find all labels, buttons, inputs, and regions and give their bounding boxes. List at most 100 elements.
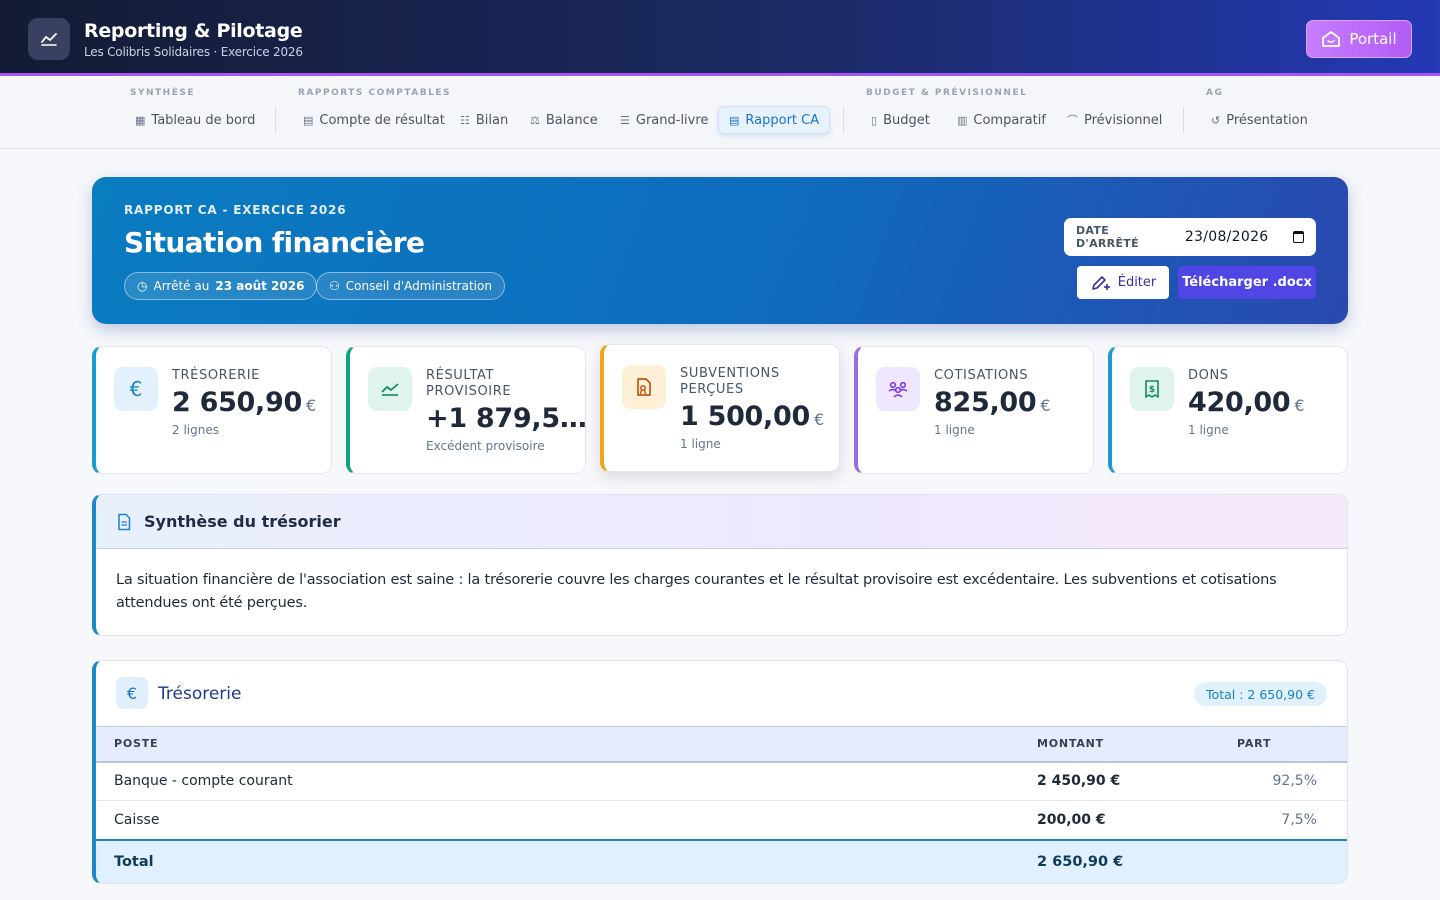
calendar-icon[interactable] — [1292, 231, 1304, 243]
kpi-sub: 2 lignes — [172, 423, 219, 437]
kpi-value: 825,00 € — [934, 387, 1051, 418]
nav-group-ag: AG — [1206, 88, 1224, 98]
nav-item-label: Prévisionnel — [1084, 112, 1163, 128]
kpi-currency: € — [1040, 396, 1051, 415]
nav-item-grand-livre[interactable]: ☰ Grand-livre — [610, 106, 718, 134]
cell-montant: 2 450,90 € — [1037, 761, 1237, 801]
chip-date: 23 août 2026 — [215, 279, 305, 293]
nav-item-presentation[interactable]: ↺ Présentation — [1201, 106, 1318, 134]
nav-item-label: Budget — [883, 112, 930, 128]
app-subtitle: Les Colibris Solidaires · Exercice 2026 — [84, 45, 303, 59]
nav-item-label: Grand-livre — [635, 112, 709, 128]
trend-icon: ⌒ — [1067, 114, 1078, 127]
list-icon: ☰ — [620, 113, 630, 127]
hero-kicker: RAPPORT CA - EXERCICE 2026 — [124, 203, 347, 217]
table-total-row: Total 2 650,90 € — [96, 838, 1347, 883]
nav-group-synthese: SYNTHÈSE — [130, 88, 195, 98]
summary-title: Synthèse du trésorier — [144, 512, 341, 531]
edit-button[interactable]: Éditer — [1077, 266, 1169, 299]
table-row[interactable]: Banque - compte courant 2 450,90 € 92,5% — [96, 761, 1347, 801]
table-header-row: POSTE MONTANT PART — [96, 726, 1347, 763]
nav-item-label: Balance — [545, 112, 598, 128]
column-header-poste[interactable]: POSTE — [96, 726, 1037, 763]
bar-chart-icon: ▥ — [957, 113, 968, 127]
grant-document-icon — [622, 365, 666, 409]
kpi-currency: € — [813, 410, 824, 429]
document-icon: ▤ — [303, 113, 314, 127]
kpi-label: COTISATIONS — [934, 368, 1029, 383]
nav-group-rapports: RAPPORTS COMPTABLES — [298, 88, 451, 98]
clock-icon: ◷ — [137, 279, 148, 293]
kpi-value: 2 650,90 € — [172, 387, 316, 418]
page-title: Situation financière — [124, 226, 425, 259]
kpi-label: RÉSULTAT PROVISOIRE — [426, 368, 512, 399]
report-hero: RAPPORT CA - EXERCICE 2026 Situation fin… — [92, 177, 1348, 324]
nav-item-label: Tableau de bord — [151, 112, 256, 128]
dashboard-icon: ▦ — [135, 113, 146, 127]
nav-item-bilan[interactable]: ☷ Bilan — [450, 106, 518, 134]
kpi-card-dons: $ DONS 420,00 € 1 ligne — [1108, 346, 1348, 474]
summary-header: Synthèse du trésorier — [96, 495, 1347, 549]
trend-up-icon — [368, 367, 412, 411]
nav-separator — [843, 107, 844, 133]
nav-item-compte-de-resultat[interactable]: ▤ Compte de résultat — [293, 106, 455, 134]
members-icon — [876, 367, 920, 411]
chip-prefix: Arrêté au — [153, 279, 210, 293]
kpi-sub: 1 ligne — [1188, 423, 1229, 437]
kpi-label: DONS — [1188, 368, 1229, 383]
kpi-card-resultat: RÉSULTAT PROVISOIRE +1 879,5… Excédent p… — [346, 346, 587, 474]
date-field-value[interactable]: 23/08/2026 — [1185, 229, 1269, 245]
kpi-currency: € — [305, 396, 316, 415]
nav-item-comparatif[interactable]: ▥ Comparatif — [947, 106, 1056, 134]
nav-item-budget[interactable]: ▯ Budget — [861, 106, 940, 134]
nav-item-label: Rapport CA — [745, 112, 820, 128]
scale-icon: ⚖ — [530, 113, 540, 127]
nav-item-label: Comparatif — [973, 112, 1046, 128]
kpi-value-number: 2 650,90 — [172, 387, 302, 418]
table-row[interactable]: Caisse 200,00 € 7,5% — [96, 800, 1347, 840]
nav-group-budget: BUDGET & PRÉVISIONNEL — [866, 88, 1028, 98]
closing-date-field[interactable]: DATE D'ARRÊTÉ 23/08/2026 — [1064, 218, 1316, 256]
kpi-currency: € — [1294, 396, 1305, 415]
line-chart-icon — [41, 33, 57, 46]
total-value: 2 650,90 € — [1037, 838, 1237, 883]
history-icon: ↺ — [1211, 113, 1221, 127]
cell-montant: 200,00 € — [1037, 800, 1237, 840]
treasury-total-badge: Total : 2 650,90 € — [1194, 682, 1327, 706]
portal-label: Portail — [1349, 30, 1397, 48]
nav-item-tableau-de-bord[interactable]: ▦ Tableau de bord — [125, 106, 265, 134]
pen-plus-icon — [1091, 275, 1110, 290]
column-header-part[interactable]: PART — [1237, 726, 1347, 763]
euro-icon: € — [116, 677, 148, 709]
app-title: Reporting & Pilotage — [84, 20, 303, 42]
nav-item-label: Bilan — [475, 112, 509, 128]
kpi-value-number: +1 879,5… — [426, 403, 587, 434]
nav-separator — [275, 107, 276, 133]
portal-button[interactable]: Portail — [1306, 20, 1412, 58]
nav-item-previsionnel[interactable]: ⌒ Prévisionnel — [1057, 106, 1172, 134]
kpi-value-number: 420,00 — [1188, 387, 1291, 418]
download-docx-button[interactable]: Télécharger .docx — [1178, 266, 1316, 299]
euro-icon: € — [114, 367, 158, 411]
kpi-sub: Excédent provisoire — [426, 439, 545, 453]
board-chip: ⚇ Conseil d'Administration — [316, 272, 505, 300]
treasury-table: POSTE MONTANT PART Banque - compte coura… — [96, 726, 1347, 883]
app-logo[interactable] — [28, 18, 70, 60]
receipt-icon: ▯ — [871, 113, 878, 127]
kpi-value-number: 1 500,00 — [680, 401, 810, 432]
nav-item-balance[interactable]: ⚖ Balance — [520, 106, 608, 134]
kpi-value-number: 825,00 — [934, 387, 1037, 418]
nav-item-rapport-ca[interactable]: ▤ Rapport CA — [718, 106, 831, 134]
column-header-montant[interactable]: MONTANT — [1037, 726, 1237, 763]
cell-poste: Caisse — [96, 800, 1037, 840]
kpi-label: TRÉSORERIE — [172, 368, 260, 383]
treasury-card: € Trésorerie Total : 2 650,90 € POSTE MO… — [92, 660, 1348, 884]
kpi-card-subventions: SUBVENTIONS PERÇUES 1 500,00 € 1 ligne — [600, 344, 840, 472]
kpi-value: 1 500,00 € — [680, 401, 824, 432]
people-icon: ⚇ — [329, 279, 340, 293]
nav-item-label: Présentation — [1226, 112, 1308, 128]
total-label: Total — [96, 838, 1037, 883]
cell-part: 7,5% — [1237, 800, 1347, 840]
cell-poste: Banque - compte courant — [96, 761, 1037, 801]
kpi-sub: 1 ligne — [934, 423, 975, 437]
